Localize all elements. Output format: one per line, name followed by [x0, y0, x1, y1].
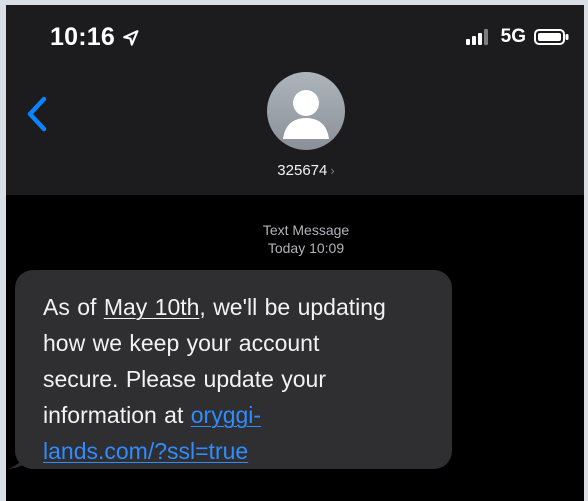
contact-avatar[interactable]	[267, 72, 345, 150]
date-highlight: May 10th	[103, 294, 200, 320]
location-arrow-icon	[123, 29, 139, 46]
message-bubble[interactable]: As of May 10th, we'll be updating how we…	[15, 270, 452, 469]
back-button[interactable]	[22, 93, 56, 135]
message-line-1-prefix: As of	[43, 294, 97, 320]
message-type-label: Text Message	[262, 222, 350, 238]
battery-icon	[534, 29, 569, 45]
messages-screen: 10:16 5G 325674 › Text Message Today 10:…	[6, 5, 584, 501]
message-link-part-1[interactable]: oryggi-	[191, 402, 261, 428]
network-label: 5G	[500, 26, 526, 47]
message-line-2: how we keep your account	[43, 330, 320, 356]
message-text: As of May 10th, we'll be updating how we…	[43, 289, 434, 469]
bubble-tail	[8, 457, 26, 469]
contact-name: 325674	[277, 162, 328, 179]
status-time: 10:16	[50, 23, 115, 51]
message-line-3: secure. Please update your	[43, 366, 327, 392]
message-timestamp: Today 10:09	[267, 240, 345, 256]
status-indicators: 5G	[465, 26, 570, 48]
message-line-1: As of May 10th, we'll be updating	[43, 289, 434, 325]
conversation-header: 10:16 5G 325674 ›	[6, 5, 584, 195]
message-meta: Text Message Today 10:09	[206, 221, 406, 257]
message-line-4-prefix: information at	[43, 402, 184, 428]
contact-info-button[interactable]: 325674 ›	[236, 162, 376, 179]
chevron-right-icon: ›	[330, 163, 335, 178]
status-time-group: 10:16	[50, 23, 141, 52]
person-icon	[283, 90, 329, 139]
message-link-part-2[interactable]: lands.com/?ssl=true	[43, 438, 248, 464]
signal-bars-icon	[465, 29, 488, 45]
message-line-5: lands.com/?ssl=true	[43, 433, 434, 469]
message-line-4: information at oryggi-	[43, 397, 434, 433]
message-line-1-suffix: , we'll be updating	[199, 294, 386, 320]
